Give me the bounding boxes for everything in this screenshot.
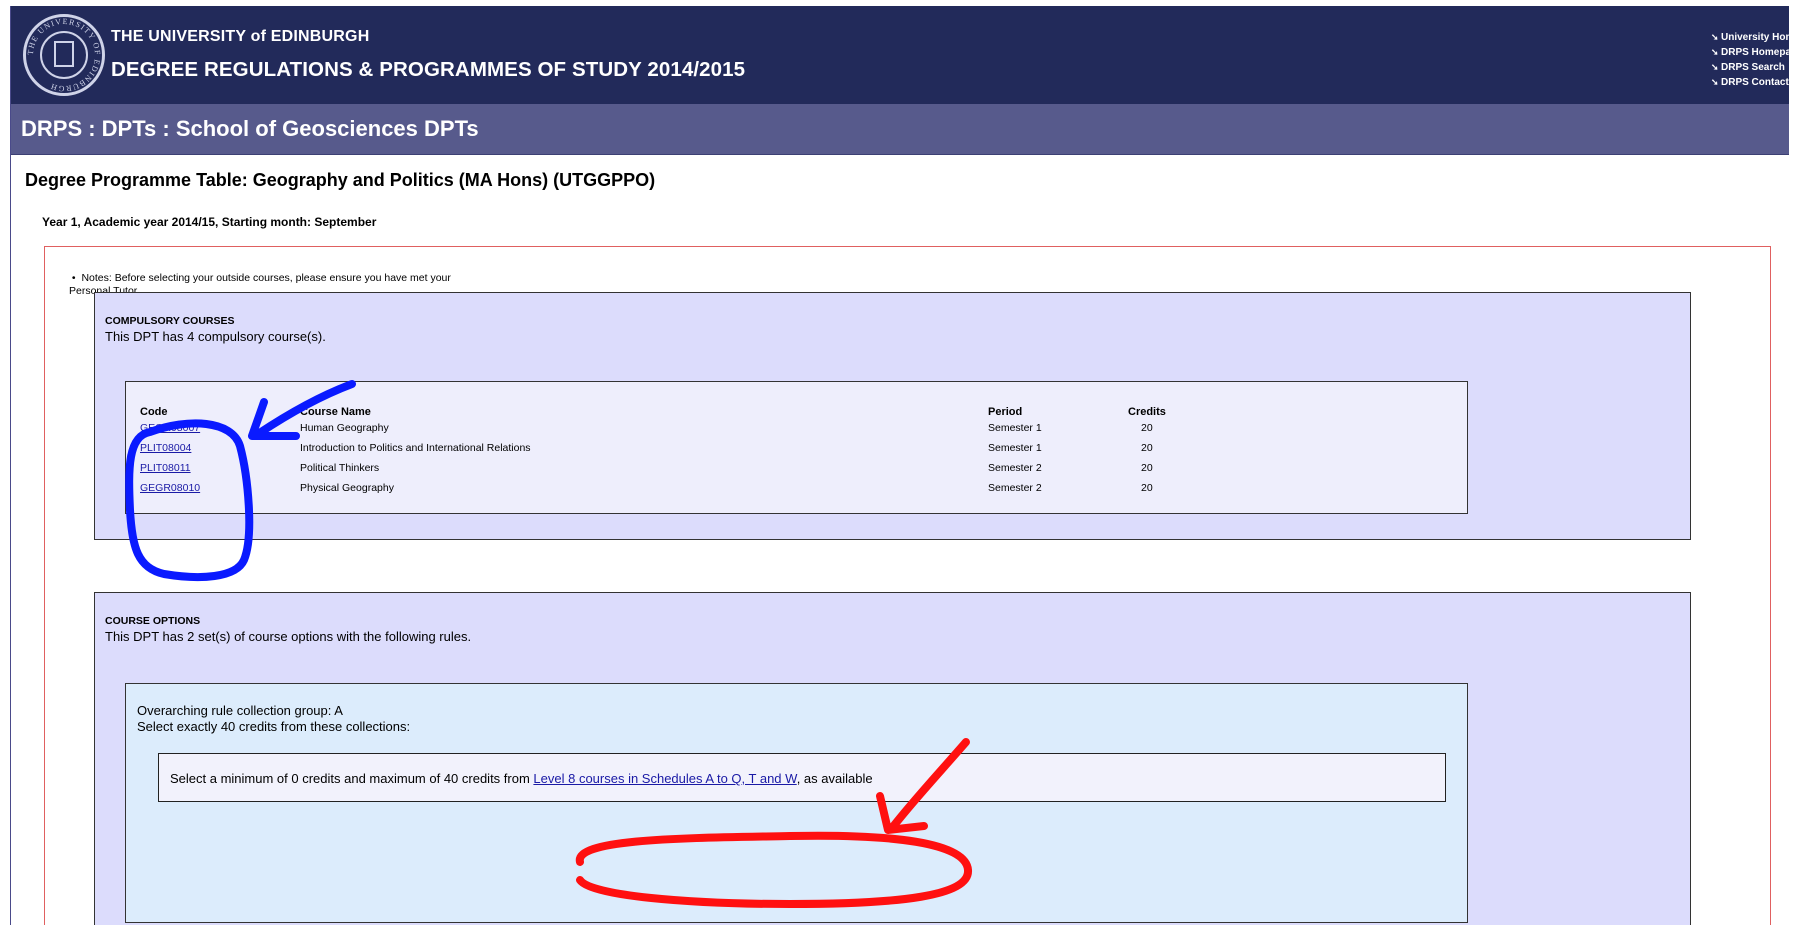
course-code-link[interactable]: GEGR08007 xyxy=(140,422,200,434)
university-name: THE UNIVERSITY of EDINBURGH xyxy=(111,28,370,45)
course-credits: 20 xyxy=(1141,422,1153,434)
group-title: Overarching rule collection group: A xyxy=(137,703,343,718)
rule-box: Select a minimum of 0 credits and maximu… xyxy=(158,753,1446,802)
drps-contact-link[interactable]: ➘ DRPS Contact xyxy=(1711,75,1789,90)
options-summary: This DPT has 2 set(s) of course options … xyxy=(105,629,472,644)
column-header-credits: Credits xyxy=(1128,406,1166,418)
course-options-panel: COURSE OPTIONS This DPT has 2 set(s) of … xyxy=(94,592,1691,925)
course-credits: 20 xyxy=(1141,482,1153,494)
course-period: Semester 1 xyxy=(988,442,1042,454)
arrow-icon: ➘ xyxy=(1711,77,1719,87)
site-title: DEGREE REGULATIONS & PROGRAMMES OF STUDY… xyxy=(111,58,746,81)
year-heading: Year 1, Academic year 2014/15, Starting … xyxy=(42,215,377,229)
browser-page: THE UNIVERSITY OF EDINBURGH THE UNIVERSI… xyxy=(10,6,1789,925)
breadcrumb-bar: DRPS : DPTs : School of Geosciences DPTs xyxy=(11,104,1789,155)
group-rule: Select exactly 40 credits from these col… xyxy=(137,719,411,734)
compulsory-courses-panel: COMPULSORY COURSES This DPT has 4 compul… xyxy=(94,292,1691,540)
table-row: GEGR08010 Physical Geography Semester 2 … xyxy=(126,482,1467,502)
compulsory-summary: This DPT has 4 compulsory course(s). xyxy=(105,329,326,344)
rule-collection-group: Overarching rule collection group: A Sel… xyxy=(125,683,1468,923)
drps-search-link[interactable]: ➘ DRPS Search xyxy=(1711,60,1789,75)
rule-prefix: Select a minimum of 0 credits and maximu… xyxy=(170,771,534,786)
course-period: Semester 2 xyxy=(988,462,1042,474)
schedules-link[interactable]: Level 8 courses in Schedules A to Q, T a… xyxy=(533,771,796,786)
table-row: PLIT08011 Political Thinkers Semester 2 … xyxy=(126,462,1467,482)
arrow-icon: ➘ xyxy=(1711,62,1719,72)
university-home-link[interactable]: ➘University Home xyxy=(1711,30,1789,45)
arrow-icon: ➘ xyxy=(1711,32,1719,42)
column-header-course-name: Course Name xyxy=(300,406,371,418)
course-code-link[interactable]: PLIT08011 xyxy=(140,462,191,474)
column-header-code: Code xyxy=(140,406,168,418)
course-code-link[interactable]: PLIT08004 xyxy=(140,442,191,454)
breadcrumb: DRPS : DPTs : School of Geosciences DPTs xyxy=(21,116,479,141)
table-row: PLIT08004 Introduction to Politics and I… xyxy=(126,442,1467,462)
course-name: Introduction to Politics and Internation… xyxy=(300,442,531,454)
options-heading: COURSE OPTIONS xyxy=(105,615,201,627)
rule-suffix: , as available xyxy=(796,771,873,786)
top-links: ➘University Home ➘DRPS Homepage ➘DRPS Se… xyxy=(1711,30,1789,90)
page-title: Degree Programme Table: Geography and Po… xyxy=(25,170,656,190)
course-credits: 20 xyxy=(1141,442,1153,454)
university-crest-logo[interactable]: THE UNIVERSITY OF EDINBURGH xyxy=(23,14,105,96)
course-period: Semester 1 xyxy=(988,422,1042,434)
course-name: Political Thinkers xyxy=(300,462,380,474)
notes-line-1: Notes: Before selecting your outside cou… xyxy=(81,272,451,284)
course-code-link[interactable]: GEGR08010 xyxy=(140,482,200,494)
course-credits: 20 xyxy=(1141,462,1153,474)
compulsory-courses-table: Code Course Name Period Credits GEGR0800… xyxy=(125,381,1468,514)
drps-homepage-link[interactable]: ➘DRPS Homepage xyxy=(1711,45,1789,60)
course-name: Physical Geography xyxy=(300,482,394,494)
course-period: Semester 2 xyxy=(988,482,1042,494)
arrow-icon: ➘ xyxy=(1711,47,1719,57)
site-header: THE UNIVERSITY OF EDINBURGH THE UNIVERSI… xyxy=(11,6,1789,104)
table-row: GEGR08007 Human Geography Semester 1 20 xyxy=(126,422,1467,442)
column-header-period: Period xyxy=(988,406,1023,418)
crest-castle-icon xyxy=(54,41,74,67)
compulsory-heading: COMPULSORY COURSES xyxy=(105,315,235,327)
course-name: Human Geography xyxy=(300,422,389,434)
